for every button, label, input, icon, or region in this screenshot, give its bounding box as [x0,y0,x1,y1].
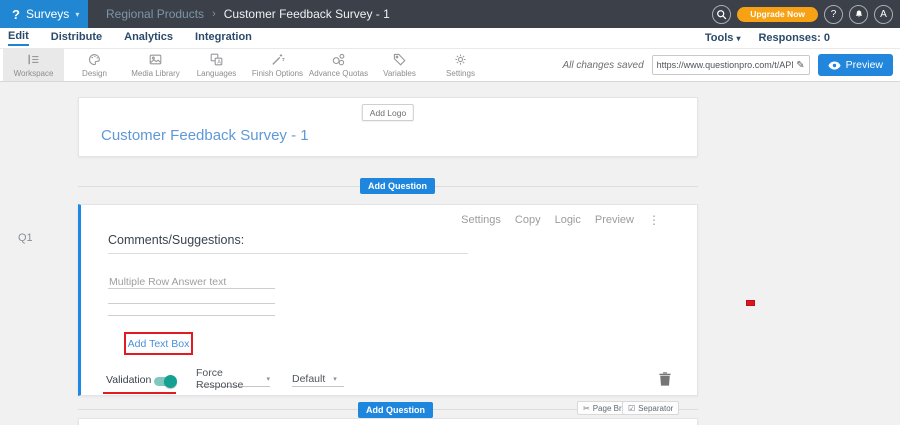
advance-quotas-icon [331,52,346,67]
top-bar: ? Surveys ▾ Regional Products › Customer… [0,0,900,28]
tool-workspace[interactable]: Workspace [3,49,64,81]
tool-finish-options[interactable]: Finish Options [247,49,308,81]
tool-languages[interactable]: A Languages [186,49,247,81]
add-question-button-bottom[interactable]: Add Question [358,402,433,418]
workspace-icon [26,52,41,67]
chevron-down-icon: ▾ [333,375,337,383]
separator-button[interactable]: ☑ Separator [622,401,679,415]
app-window: ? Surveys ▾ Regional Products › Customer… [0,0,900,425]
scissors-icon: ✂ [583,404,590,413]
chevron-down-icon: ▾ [266,375,270,383]
validation-label: Validation [106,374,151,386]
settings-gear-icon [453,52,468,67]
avatar[interactable]: A [874,5,893,24]
survey-header-card: Add Logo Customer Feedback Survey - 1 [78,97,698,157]
chevron-down-icon: ▾ [75,10,79,19]
answer-row-input[interactable] [108,302,275,316]
media-library-icon [148,52,163,67]
question-divider [108,253,468,254]
annotation-mark [746,300,755,306]
tool-variables[interactable]: Variables [369,49,430,81]
tool-settings[interactable]: Settings [430,49,491,81]
add-text-box-link[interactable]: Add Text Box [128,338,190,350]
surveys-label: Surveys [26,7,69,21]
question-mark-icon: ? [831,9,837,20]
notifications-button[interactable] [849,5,868,24]
breadcrumb: Regional Products › Customer Feedback Su… [106,0,390,28]
search-button[interactable] [712,5,731,24]
variables-tag-icon [392,52,407,67]
chevron-down-icon: ▾ [736,34,740,43]
eye-icon [828,61,841,70]
question-preview-link[interactable]: Preview [595,214,634,226]
survey-url-input[interactable] [657,60,794,70]
menu-item-distribute[interactable]: Distribute [51,31,102,45]
menu-bar: Edit Distribute Analytics Integration To… [0,28,900,48]
checkbox-icon: ☑ [628,404,635,413]
menu-item-integration[interactable]: Integration [195,31,252,45]
question-actions: Settings Copy Logic Preview ⋮ [461,213,660,227]
question-settings-link[interactable]: Settings [461,214,501,226]
tools-menu[interactable]: Tools ▾ [705,32,741,44]
question-card: Settings Copy Logic Preview ⋮ Comments/S… [78,204,698,396]
question-logic-link[interactable]: Logic [555,214,581,226]
tool-advance-quotas[interactable]: Advance Quotas [308,49,369,81]
breadcrumb-current: Customer Feedback Survey - 1 [224,7,390,21]
question-copy-link[interactable]: Copy [515,214,541,226]
menu-item-analytics[interactable]: Analytics [124,31,173,45]
responses-count[interactable]: Responses: 0 [758,32,830,44]
svg-text:A: A [217,60,221,66]
more-options-icon[interactable]: ⋮ [648,213,660,227]
design-palette-icon [87,52,102,67]
survey-title[interactable]: Customer Feedback Survey - 1 [101,127,309,144]
bell-icon [854,9,864,20]
breadcrumb-parent[interactable]: Regional Products [106,7,204,21]
tool-media-library[interactable]: Media Library [125,49,186,81]
tool-design[interactable]: Design [64,49,125,81]
survey-url-field[interactable]: ✎ [652,55,810,75]
next-section-card [78,418,698,425]
breadcrumb-separator-icon: › [212,8,216,20]
help-button[interactable]: ? [824,5,843,24]
preview-button[interactable]: Preview [818,54,893,76]
force-response-dropdown[interactable]: Force Response ▾ [196,372,270,387]
save-status: All changes saved [562,60,643,71]
edit-url-icon[interactable]: ✎ [796,60,804,71]
answer-row-input[interactable]: Multiple Row Answer text [108,275,275,289]
upgrade-now-button[interactable]: Upgrade Now [737,7,818,22]
search-icon [716,9,727,20]
add-question-button-top[interactable]: Add Question [360,178,435,194]
question-number: Q1 [18,232,33,244]
questionpro-logo-icon: ? [12,7,20,22]
menu-item-edit[interactable]: Edit [8,30,29,46]
surveys-menu[interactable]: ? Surveys ▾ [0,0,88,28]
toggle-knob [164,375,177,388]
topbar-actions: Upgrade Now ? A [712,0,893,28]
avatar-initial: A [880,9,887,20]
annotation-underline [103,392,176,394]
question-text[interactable]: Comments/Suggestions: [108,233,244,247]
default-dropdown[interactable]: Default ▾ [292,372,344,387]
languages-icon: A [209,52,224,67]
validation-toggle[interactable] [154,377,175,386]
workspace-toolbar: Workspace Design Media Libr [0,48,900,82]
finish-options-wand-icon [270,52,285,67]
delete-question-icon[interactable] [659,372,671,391]
add-logo-button[interactable]: Add Logo [362,104,414,121]
annotation-box: Add Text Box [124,332,193,355]
